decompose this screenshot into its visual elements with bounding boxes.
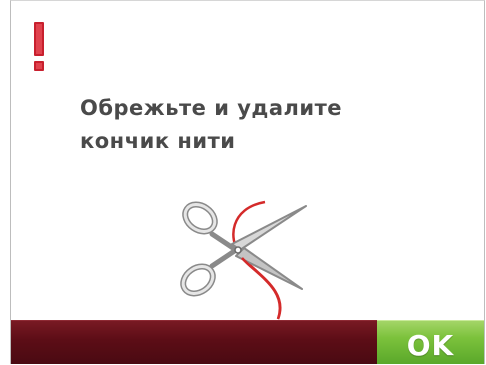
dialog-message: Обрежьте и удалите кончик нити xyxy=(80,92,460,158)
thread-cut-dialog: Обрежьте и удалите кончик нити OK xyxy=(0,0,486,365)
ok-button-label: OK xyxy=(406,328,455,362)
ok-button[interactable]: OK xyxy=(377,320,484,364)
scissors-cutting-thread-icon xyxy=(180,200,307,320)
exclamation-icon xyxy=(34,22,44,71)
message-line-2: кончик нити xyxy=(80,129,236,153)
message-line-1: Обрежьте и удалите xyxy=(80,96,343,120)
